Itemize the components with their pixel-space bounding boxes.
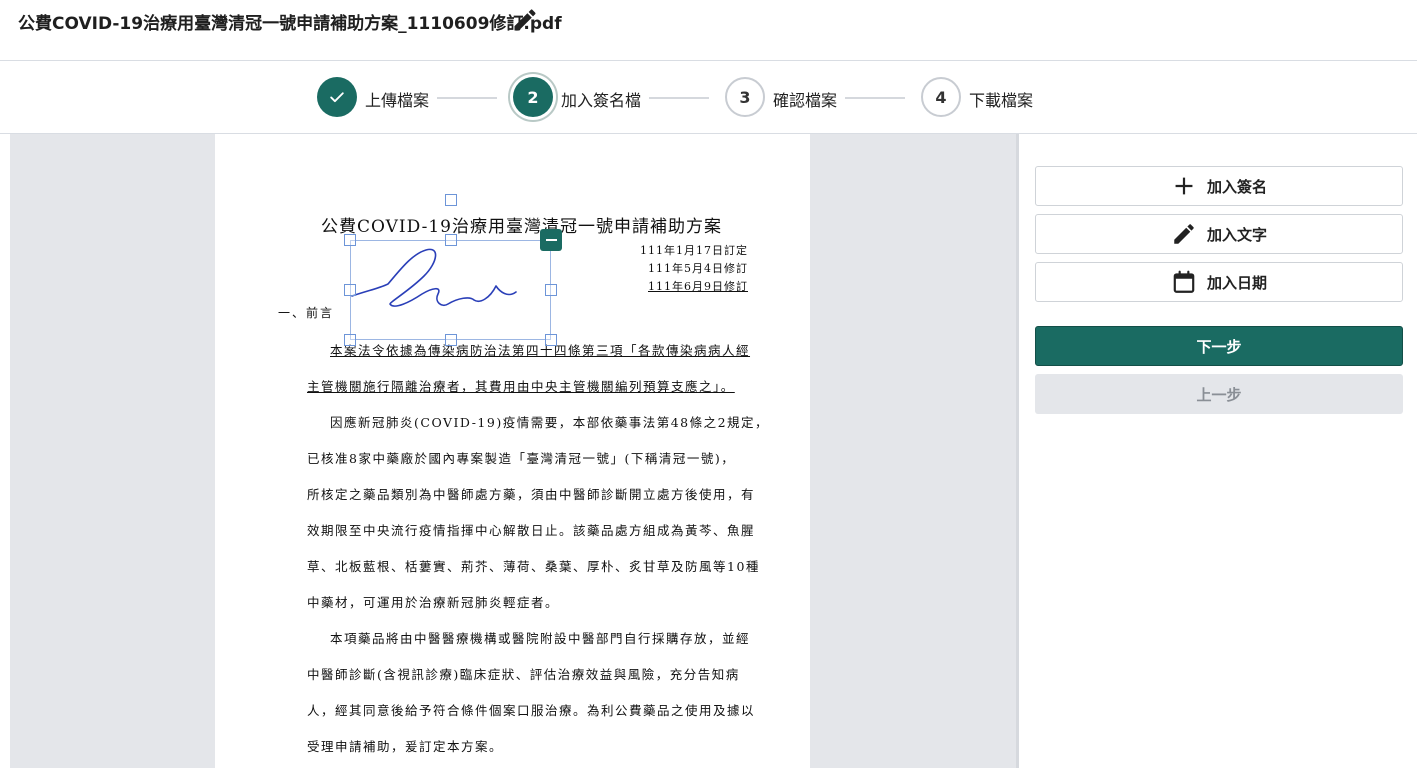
calendar-icon	[1171, 269, 1197, 295]
document-paragraph-line: 已核准8家中藥廠於國內專案製造「臺灣清冠一號」(下稱清冠一號)，	[307, 451, 736, 466]
document-paragraph-line: 本項藥品將由中醫醫療機構或醫院附設中醫部門自行採購存放，並經	[330, 631, 751, 646]
document-paragraph-line: 所核定之藥品類別為中醫師處方藥，須由中醫師診斷開立處方後使用，有	[307, 487, 756, 502]
next-step-button[interactable]: 下一步	[1035, 326, 1403, 366]
step-connector	[437, 97, 497, 99]
pencil-icon[interactable]	[511, 6, 539, 34]
document-date: 111年5月4日修訂	[648, 262, 748, 275]
step-3-circle: 3	[725, 77, 765, 117]
resize-handle-bottom-left[interactable]	[344, 334, 356, 346]
check-icon	[330, 92, 344, 103]
document-paragraph-line: 主管機關施行隔離治療者，其費用由中央主管機關編列預算支應之」。	[307, 379, 735, 394]
previous-step-button[interactable]: 上一步	[1035, 374, 1403, 414]
pdf-page[interactable]: 公費COVID-19治療用臺灣清冠一號申請補助方案 111年1月17日訂定 11…	[215, 134, 810, 768]
step-connector	[649, 97, 709, 99]
pencil-icon	[1171, 221, 1197, 247]
step-3-label: 確認檔案	[773, 91, 838, 110]
document-title: 公費COVID-19治療用臺灣清冠一號申請補助方案	[321, 217, 722, 237]
resize-handle-top[interactable]	[445, 234, 457, 246]
step-connector	[845, 97, 905, 99]
document-paragraph-line: 草、北板藍根、栝蔞實、荊芥、薄荷、桑葉、厚朴、炙甘草及防風等10種	[307, 559, 760, 574]
add-signature-button[interactable]: 加入簽名	[1035, 166, 1403, 206]
document-date: 111年1月17日訂定	[640, 244, 748, 257]
resize-handle-bottom[interactable]	[445, 334, 457, 346]
document-paragraph-line: 人，經其同意後給予符合條件個案口服治療。為利公費藥品之使用及據以	[307, 703, 756, 718]
rotate-handle[interactable]	[445, 194, 457, 206]
add-signature-label: 加入簽名	[1206, 177, 1267, 196]
document-paragraph-line: 效期限至中央流行疫情指揮中心解散日止。該藥品處方組成為黃芩、魚腥	[307, 523, 756, 538]
document-viewer[interactable]: 公費COVID-19治療用臺灣清冠一號申請補助方案 111年1月17日訂定 11…	[0, 134, 1019, 768]
resize-handle-left[interactable]	[344, 284, 356, 296]
add-date-button[interactable]: 加入日期	[1035, 262, 1403, 302]
step-1-circle	[317, 77, 357, 117]
step-2-label: 加入簽名檔	[561, 91, 642, 110]
step-4-label: 下載檔案	[969, 91, 1034, 110]
document-paragraph-line: 中藥材，可運用於治療新冠肺炎輕症者。	[307, 595, 560, 610]
step-1-label: 上傳檔案	[365, 91, 430, 110]
add-text-label: 加入文字	[1206, 225, 1267, 244]
signature-selection-box[interactable]	[350, 240, 551, 340]
progress-stepper: 上傳檔案 2 加入簽名檔 3 確認檔案 4 下載檔案	[0, 61, 1417, 134]
remove-signature-button[interactable]	[540, 229, 562, 251]
viewer-gutter	[0, 134, 10, 768]
plus-icon	[1171, 173, 1197, 199]
document-paragraph-line: 因應新冠肺炎(COVID-19)疫情需要，本部依藥事法第48條之2規定，	[330, 415, 770, 430]
resize-handle-bottom-right[interactable]	[545, 334, 557, 346]
section-heading: 一、前言	[278, 306, 335, 320]
header: 公費COVID-19治療用臺灣清冠一號申請補助方案_1110609修訂.pdf	[0, 0, 1417, 61]
resize-handle-top-left[interactable]	[344, 234, 356, 246]
document-paragraph-line: 受理申請補助，爰訂定本方案。	[307, 739, 504, 754]
step-4-circle: 4	[921, 77, 961, 117]
document-paragraph-line: 中醫師診斷(含視訊診療)臨床症狀、評估治療效益與風險，充分告知病	[307, 667, 740, 682]
document-paragraph-line: 本案法令依據為傳染病防治法第四十四條第三項「各款傳染病病人經	[330, 343, 751, 358]
tools-panel: 加入簽名 加入文字 加入日期 下一步 上一步	[1019, 134, 1417, 768]
file-name-title: 公費COVID-19治療用臺灣清冠一號申請補助方案_1110609修訂.pdf	[18, 14, 562, 34]
resize-handle-right[interactable]	[545, 284, 557, 296]
document-date: 111年6月9日修訂	[648, 280, 748, 293]
step-2-circle: 2	[513, 77, 553, 117]
minus-icon	[545, 239, 557, 241]
add-text-button[interactable]: 加入文字	[1035, 214, 1403, 254]
add-date-label: 加入日期	[1206, 273, 1267, 292]
